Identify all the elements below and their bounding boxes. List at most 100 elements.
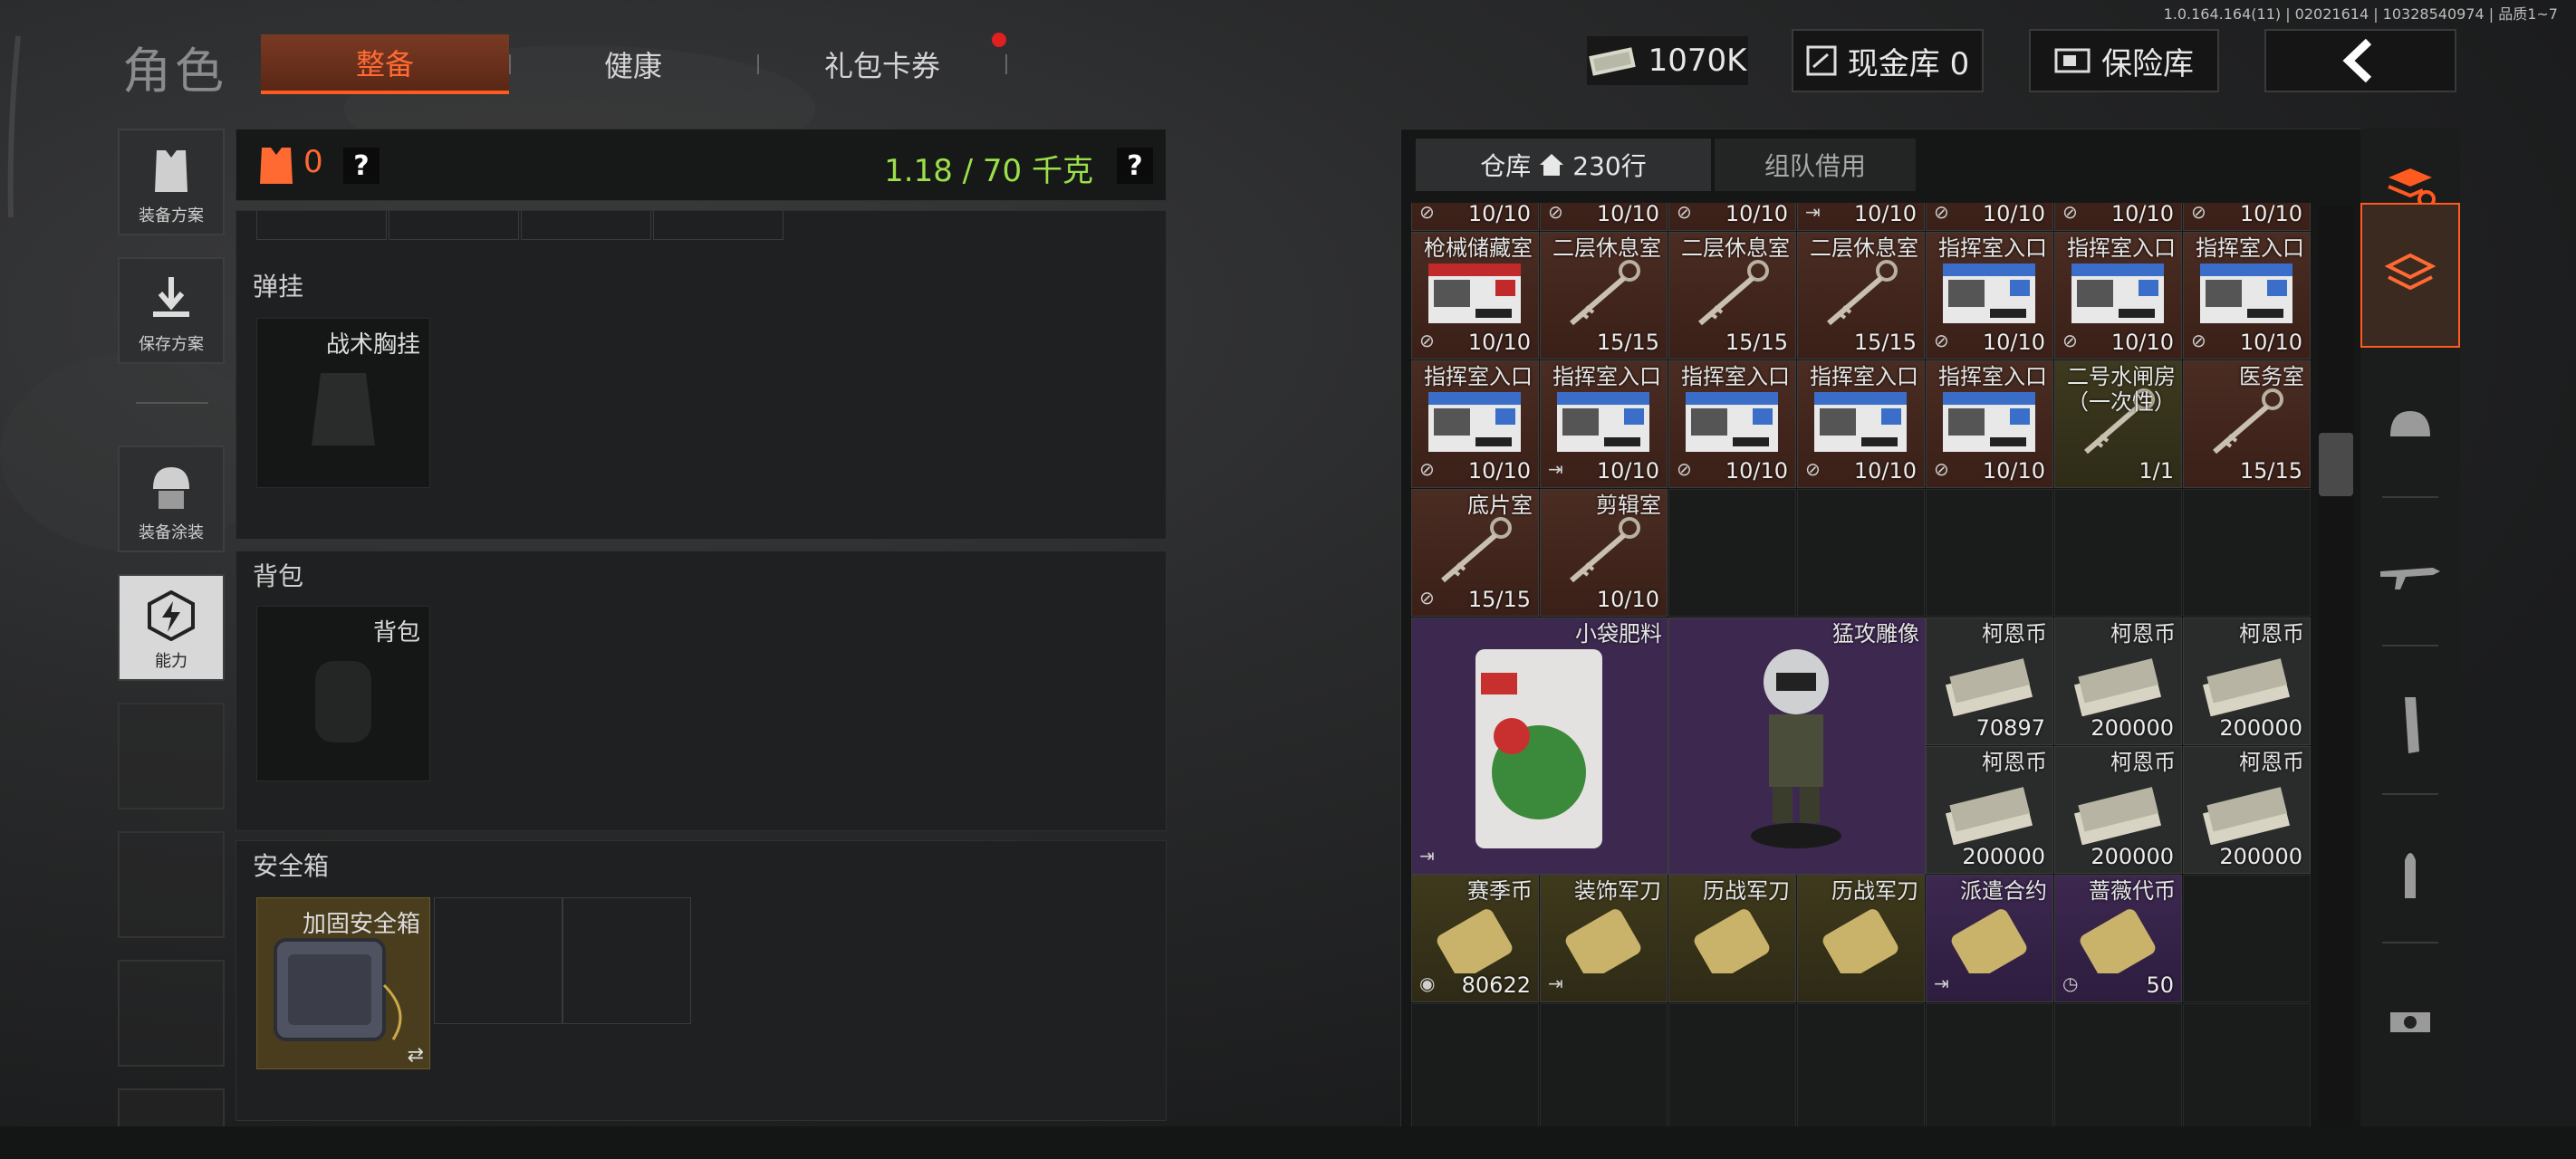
item-flag-icon: ◷: [2062, 972, 2079, 994]
item-flag-icon: ⊘: [1419, 203, 1435, 223]
warehouse-scrollbar-track[interactable]: [2319, 206, 2353, 1130]
empty-cell[interactable]: [2183, 1003, 2311, 1130]
chest-rig-slot[interactable]: 战术胸挂: [256, 318, 430, 488]
key-icon: [2213, 388, 2283, 455]
item-name: 二号水闸房 （一次性）: [2067, 364, 2176, 415]
empty-cell[interactable]: [2183, 875, 2311, 1002]
warehouse-item[interactable]: 10/10 ⊘: [1668, 203, 1796, 231]
fertilizer-item[interactable]: 小袋肥料 ⇥: [1411, 618, 1668, 875]
warehouse-item[interactable]: 装饰军刀 ⇥: [1540, 875, 1668, 1002]
coin-stack-item[interactable]: 柯恩币 200000: [2183, 746, 2311, 874]
empty-cell[interactable]: [2183, 489, 2311, 617]
warehouse-item[interactable]: 剪辑室 10/10: [1540, 489, 1668, 617]
tab-health[interactable]: 健康: [514, 34, 752, 94]
back-button[interactable]: [2264, 29, 2456, 92]
warehouse-item[interactable]: 10/10 ⊘: [1926, 203, 2053, 231]
empty-cell[interactable]: [1411, 1003, 1539, 1130]
warehouse-item[interactable]: 蔷薇代币 50 ◷: [2054, 875, 2182, 1002]
armor-help-icon[interactable]: ?: [343, 148, 380, 184]
empty-cell[interactable]: [1668, 489, 1796, 617]
warehouse-item[interactable]: 二号水闸房 （一次性） 1/1: [2054, 360, 2182, 488]
warehouse-item[interactable]: 赛季币 80622 ◉: [1411, 875, 1539, 1002]
weight-help-icon[interactable]: ?: [1117, 148, 1153, 184]
warehouse-scrollbar-thumb[interactable]: [2319, 433, 2353, 496]
statue-item[interactable]: 猛攻雕像: [1668, 618, 1926, 875]
category-attachment[interactable]: [2360, 972, 2460, 1072]
warehouse-item[interactable]: 医务室 15/15: [2183, 360, 2311, 488]
warehouse-item[interactable]: 指挥室入口 10/10 ⊘: [1926, 360, 2053, 488]
item-name: 指挥室入口: [1938, 364, 2047, 389]
empty-cell[interactable]: [1926, 1003, 2053, 1130]
category-all[interactable]: [2360, 203, 2460, 348]
warehouse-item[interactable]: 二层休息室 15/15: [1797, 232, 1925, 359]
helmet-category-icon: [2390, 411, 2430, 436]
backpack-section: 背包 背包: [235, 551, 1167, 831]
cash-vault-button[interactable]: 现金库 0: [1792, 29, 1984, 92]
warehouse-item[interactable]: 枪械储藏室 10/10 ⊘: [1411, 232, 1539, 359]
category-ammo[interactable]: [2360, 824, 2460, 924]
statue-figure-image: [1751, 649, 1841, 848]
tab-equipment[interactable]: 整备: [261, 34, 509, 94]
empty-cell[interactable]: [1926, 489, 2053, 617]
warehouse-item[interactable]: 10/10 ⇥: [1797, 203, 1925, 231]
warehouse-item[interactable]: 历战军刀: [1797, 875, 1925, 1002]
warehouse-tab-label: 仓库: [1480, 151, 1532, 181]
item-name: 指挥室入口: [1552, 364, 1661, 389]
loadout-plan-button[interactable]: 装备方案: [118, 129, 225, 235]
banknote-stack-icon: [2073, 658, 2162, 716]
safe-box-slot[interactable]: 加固安全箱 ⇄: [256, 897, 430, 1069]
item-count: 200000: [2219, 844, 2302, 869]
item-name: 派遣合约: [1960, 878, 2047, 904]
backpack-slot[interactable]: 背包: [256, 606, 430, 781]
warehouse-item[interactable]: 10/10 ⊘: [2183, 203, 2311, 231]
warehouse-item[interactable]: 底片室 15/15 ⊘: [1411, 489, 1539, 617]
coin-stack-item[interactable]: 柯恩币 70897: [1926, 618, 2053, 745]
ability-button[interactable]: 能力: [118, 574, 225, 681]
coin-stack-item[interactable]: 柯恩币 200000: [2183, 618, 2311, 745]
warehouse-item[interactable]: 指挥室入口 10/10 ⇥: [1540, 360, 1668, 488]
item-flag-icon: ⇥: [1548, 458, 1563, 480]
tab-gift-coupons[interactable]: 礼包卡券: [759, 34, 1005, 94]
empty-cell[interactable]: [1797, 1003, 1925, 1130]
warehouse-item[interactable]: 二层休息室 15/15: [1540, 232, 1668, 359]
item-name: 枪械储藏室: [1424, 235, 1533, 261]
item-name: 柯恩币: [2110, 621, 2176, 647]
warehouse-item[interactable]: 10/10 ⊘: [1411, 203, 1539, 231]
warehouse-item[interactable]: 历战军刀: [1668, 875, 1796, 1002]
item-name: 柯恩币: [2239, 750, 2304, 775]
warehouse-item[interactable]: 指挥室入口 10/10 ⊘: [1411, 360, 1539, 488]
tab-warehouse[interactable]: 仓库 230行: [1416, 139, 1711, 191]
warehouse-item[interactable]: 10/10 ⊘: [2054, 203, 2182, 231]
empty-cell[interactable]: [1797, 489, 1925, 617]
empty-cell[interactable]: [1668, 1003, 1796, 1130]
loadout-header: 0 ? 1.18 / 70 千克 ?: [235, 129, 1167, 201]
warehouse-item[interactable]: 10/10 ⊘: [1540, 203, 1668, 231]
warehouse-item[interactable]: 二层休息室 15/15: [1668, 232, 1796, 359]
safe-box-cell[interactable]: [562, 897, 691, 1024]
insurance-vault-label: 保险库: [2101, 45, 2194, 82]
category-weapon[interactable]: [2360, 527, 2460, 627]
banknote-stack-icon: [2073, 787, 2162, 845]
warehouse-item[interactable]: 派遣合约 ⇥: [1926, 875, 2053, 1002]
warehouse-item[interactable]: 指挥室入口 10/10 ⊘: [1797, 360, 1925, 488]
coin-stack-item[interactable]: 柯恩币 200000: [2054, 618, 2182, 745]
equipment-skin-button[interactable]: 装备涂装: [118, 445, 225, 552]
insurance-vault-button[interactable]: 保险库: [2029, 29, 2219, 92]
category-magazine[interactable]: [2360, 675, 2460, 775]
item-name: 历战军刀: [1831, 878, 1918, 904]
empty-cell[interactable]: [2054, 1003, 2182, 1130]
item-icon: [1565, 909, 1641, 973]
warehouse-item[interactable]: 指挥室入口 10/10 ⊘: [1668, 360, 1796, 488]
coin-stack-item[interactable]: 柯恩币 200000: [2054, 746, 2182, 874]
warehouse-item[interactable]: 指挥室入口 10/10 ⊘: [1926, 232, 2053, 359]
save-plan-button[interactable]: 保存方案: [118, 257, 225, 364]
empty-cell[interactable]: [1540, 1003, 1668, 1130]
category-helmet[interactable]: [2360, 378, 2460, 478]
safe-box-cell[interactable]: [434, 897, 562, 1024]
empty-cell[interactable]: [2054, 489, 2182, 617]
warehouse-item[interactable]: 指挥室入口 10/10 ⊘: [2183, 232, 2311, 359]
tab-team-borrow[interactable]: 组队借用: [1715, 139, 1916, 191]
warehouse-item[interactable]: 指挥室入口 10/10 ⊘: [2054, 232, 2182, 359]
coin-stack-item[interactable]: 柯恩币 200000: [1926, 746, 2053, 874]
swap-icon[interactable]: ⇄: [408, 1044, 424, 1067]
